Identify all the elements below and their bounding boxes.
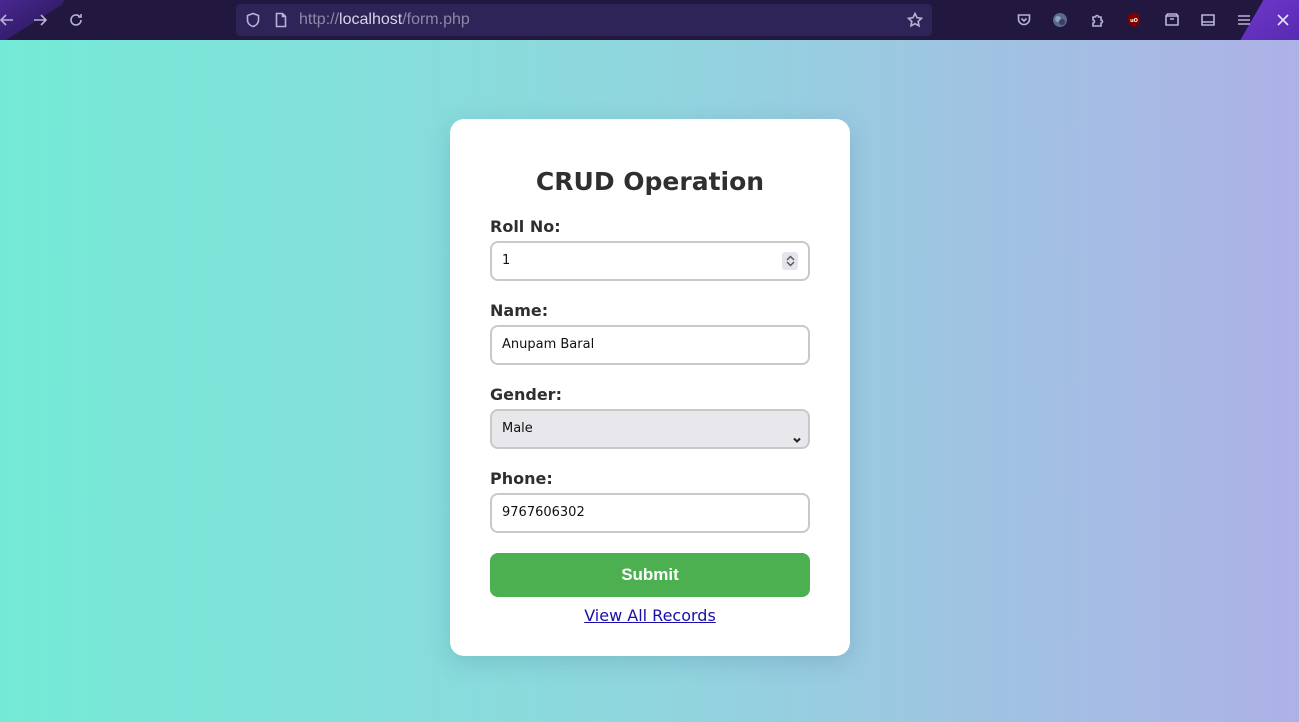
url-prefix: http:// [299,11,340,28]
number-stepper[interactable] [782,252,798,270]
url-text[interactable]: http://localhost/form.php [299,4,470,36]
phone-value: 9767606302 [502,505,585,520]
phone-input[interactable]: 9767606302 [490,493,810,533]
extensions-icon[interactable] [1086,9,1108,31]
page-viewport: CRUD Operation Roll No: 1 Name: Anupam B… [0,40,1299,722]
gender-label: Gender: [490,385,562,404]
browser-toolbar: http://localhost/form.php uO [0,0,1299,40]
menu-icon[interactable] [1233,9,1255,31]
submit-button[interactable]: Submit [490,553,810,597]
gender-select[interactable]: Male [490,409,810,449]
phone-label: Phone: [490,469,553,488]
name-input[interactable]: Anupam Baral [490,325,810,365]
url-host: localhost [339,11,403,28]
close-icon[interactable] [1272,9,1294,31]
container-icon[interactable] [1161,9,1183,31]
url-path: /form.php [402,11,470,28]
form-card: CRUD Operation Roll No: 1 Name: Anupam B… [450,119,850,656]
profile-icon[interactable] [1049,9,1071,31]
roll-label: Roll No: [490,217,561,236]
pocket-icon[interactable] [1013,9,1035,31]
back-icon[interactable] [0,9,18,31]
sidebar-icon[interactable] [1197,9,1219,31]
svg-text:uO: uO [1130,18,1138,24]
ublock-icon[interactable]: uO [1123,9,1145,31]
forward-icon[interactable] [29,9,51,31]
shield-icon[interactable] [242,9,264,31]
form-title: CRUD Operation [535,167,765,196]
reload-icon[interactable] [65,9,87,31]
view-all-records-text[interactable]: View All Records [584,606,716,625]
roll-input[interactable]: 1 [490,241,810,281]
gender-value: Male [502,421,533,436]
page-icon[interactable] [270,9,292,31]
roll-value: 1 [502,253,511,268]
url-bar[interactable]: http://localhost/form.php [236,4,932,36]
bookmark-star-icon[interactable] [904,9,926,31]
view-all-records-link[interactable]: View All Records [450,606,850,625]
name-label: Name: [490,301,549,320]
stepper-down-icon[interactable] [786,261,795,267]
chevron-down-icon [792,424,802,443]
name-value: Anupam Baral [502,337,595,352]
